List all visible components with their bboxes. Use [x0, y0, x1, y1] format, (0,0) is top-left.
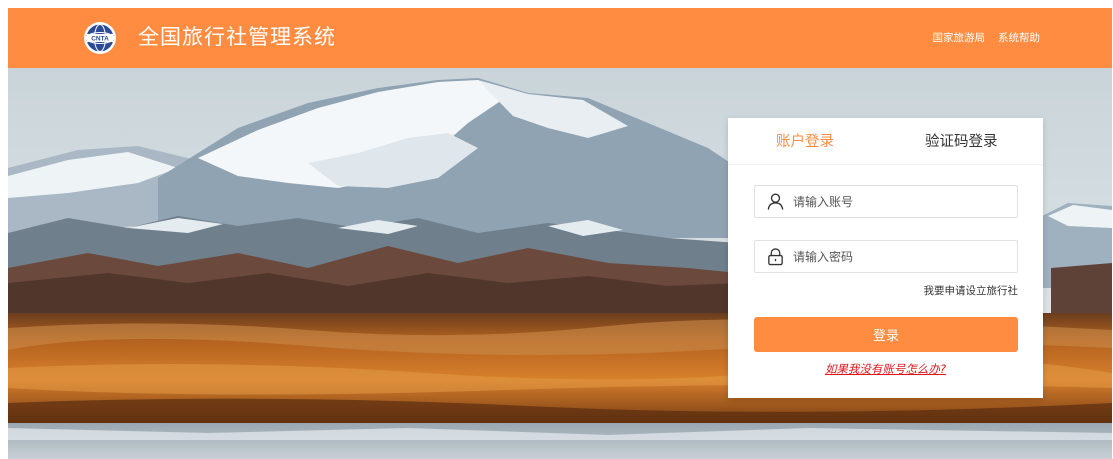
account-field	[754, 185, 1018, 218]
apply-travel-agency-link[interactable]: 我要申请设立旅行社	[924, 283, 1019, 298]
account-input[interactable]	[793, 186, 1011, 217]
login-tabs: 账户登录 验证码登录	[728, 118, 1043, 165]
tab-verification-code-login[interactable]: 验证码登录	[925, 130, 998, 151]
password-input[interactable]	[793, 241, 1011, 272]
top-header: CNTA 全国旅行社管理系统 国家旅游局 系统帮助	[8, 8, 1112, 68]
login-panel: 账户登录 验证码登录 我要申请设立旅行社 登录 如果我没有账号怎么办?	[728, 118, 1043, 398]
header-nav: 国家旅游局 系统帮助	[933, 20, 1041, 54]
lock-icon	[768, 248, 783, 266]
app-title: 全国旅行社管理系统	[138, 25, 336, 49]
no-account-help-link[interactable]: 如果我没有账号怎么办?	[728, 361, 1043, 377]
nav-link-system-help[interactable]: 系统帮助	[998, 30, 1040, 45]
logo-text: CNTA	[91, 36, 109, 43]
login-button[interactable]: 登录	[754, 317, 1018, 352]
tab-account-login[interactable]: 账户登录	[776, 130, 834, 151]
user-icon	[767, 193, 784, 210]
password-field	[754, 240, 1018, 273]
cnta-logo-icon[interactable]: CNTA	[83, 21, 117, 55]
nav-link-tourism-bureau[interactable]: 国家旅游局	[933, 30, 986, 45]
